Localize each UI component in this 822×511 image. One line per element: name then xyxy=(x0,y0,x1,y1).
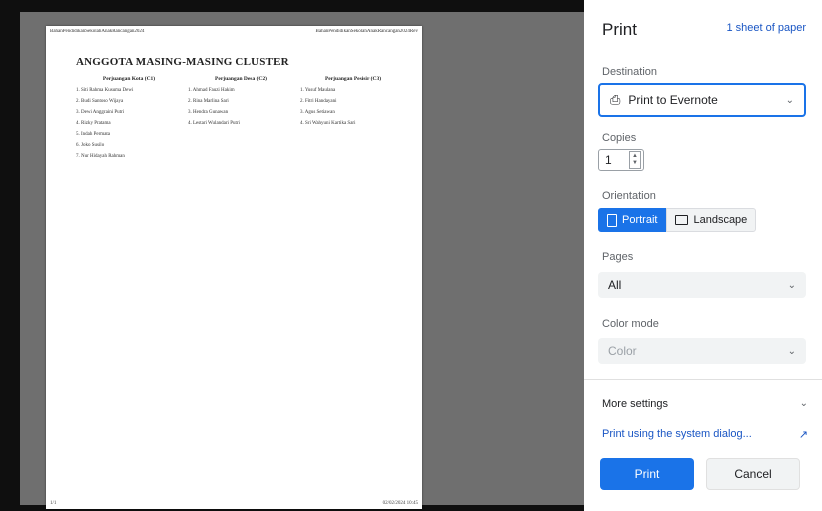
panel-title: Print xyxy=(602,20,637,39)
cluster-column: Perjuangan Desa (C2) 1. Ahmad Fauzi Hakim… xyxy=(188,76,294,162)
orientation-label: Orientation xyxy=(602,190,656,202)
cluster-member: 4. Sri Wahyuni Kartika Sari xyxy=(300,121,356,126)
cluster-member: 2. Budi Santoso Wijaya xyxy=(76,99,124,104)
page-header-left: BahanPendidikanSekolahAnakRancangan2024 xyxy=(50,29,145,34)
cluster-member: 4. Lestari Wulandari Putri xyxy=(188,121,240,126)
cluster-columns: Perjuangan Kota (C1) 1. Siti Rahma Kusuma… xyxy=(76,76,406,162)
document-title: ANGGOTA MASING-MASING CLUSTER xyxy=(76,56,289,68)
print-button[interactable]: Print xyxy=(600,458,694,490)
cluster-member: 3. Agus Setiawan xyxy=(300,110,335,115)
landscape-label: Landscape xyxy=(693,214,748,226)
chevron-down-icon: ⌄ xyxy=(785,94,794,106)
more-settings-toggle[interactable]: More settings ⌄ xyxy=(602,398,808,410)
pages-value: All xyxy=(608,278,622,292)
cluster-heading: Perjuangan Pesisir (C3) xyxy=(324,76,382,82)
landscape-button[interactable]: Landscape xyxy=(666,208,757,232)
system-dialog-link[interactable]: Print using the system dialog... ↗ xyxy=(602,428,808,441)
landscape-page-icon xyxy=(675,215,689,225)
cluster-member: 1. Siti Rahma Kusuma Dewi xyxy=(76,88,134,93)
page-footer-right: 02/02/2024 10:45 xyxy=(382,501,418,506)
page-footer: 1/1 02/02/2024 10:45 xyxy=(50,501,418,506)
cluster-heading: Perjuangan Desa (C2) xyxy=(215,76,267,82)
copies-value: 1 xyxy=(605,153,612,167)
system-dialog-label: Print using the system dialog... xyxy=(602,428,752,440)
copies-stepper[interactable]: ▲ ▼ xyxy=(629,151,641,169)
cluster-column: Perjuangan Pesisir (C3) 1. Yusuf Maulana 2… xyxy=(300,76,406,162)
orientation-toggle: Portrait Landscape xyxy=(598,208,757,232)
cluster-member: 4. Rizky Pratama xyxy=(76,121,111,126)
cancel-button[interactable]: Cancel xyxy=(706,458,800,490)
portrait-label: Portrait xyxy=(622,214,658,226)
cluster-member: 1. Yusuf Maulana xyxy=(300,88,336,93)
cluster-member: 7. Nur Hidayah Rahman xyxy=(76,154,125,159)
cluster-member: 2. Fitri Handayani xyxy=(300,99,337,104)
sheet-count: 1 sheet of paper xyxy=(726,22,806,34)
page-header-right: BahanPendidikanSekolahAnakRancangan2024R… xyxy=(315,29,418,34)
cluster-member: 6. Joko Susilo xyxy=(76,143,105,148)
portrait-page-icon xyxy=(607,213,617,227)
cluster-member: 3. Hendra Gunawan xyxy=(188,110,229,115)
preview-page: BahanPendidikanSekolahAnakRancangan2024 … xyxy=(46,26,422,509)
divider xyxy=(584,379,822,380)
destination-label: Destination xyxy=(602,66,658,78)
printer-icon: ⎙ xyxy=(610,92,621,107)
color-mode-value: Color xyxy=(608,344,637,358)
cluster-heading: Perjuangan Kota (C1) xyxy=(102,76,156,82)
cluster-member: 3. Dewi Anggraini Putri xyxy=(76,110,125,115)
chevron-down-icon: ⌄ xyxy=(787,279,796,291)
cluster-member: 5. Indah Permata xyxy=(76,132,111,137)
print-preview-area[interactable]: BahanPendidikanSekolahAnakRancangan2024 … xyxy=(20,12,584,509)
copies-label: Copies xyxy=(602,132,637,144)
copies-input[interactable]: 1 ▲ ▼ xyxy=(598,149,644,171)
cluster-column: Perjuangan Kota (C1) 1. Siti Rahma Kusuma… xyxy=(76,76,182,162)
destination-select[interactable]: ⎙ Print to Evernote ⌄ xyxy=(598,83,806,117)
color-mode-label: Color mode xyxy=(602,318,659,330)
portrait-button[interactable]: Portrait xyxy=(598,208,667,232)
pages-label: Pages xyxy=(602,251,634,263)
destination-value: Print to Evernote xyxy=(628,93,718,107)
print-settings-panel: Print 1 sheet of paper Destination ⎙ Pri… xyxy=(584,0,822,511)
cluster-member: 2. Rina Marlina Sari xyxy=(188,99,229,104)
cluster-member: 1. Ahmad Fauzi Hakim xyxy=(188,88,235,93)
open-external-icon: ↗ xyxy=(798,429,808,441)
chevron-down-icon: ⌄ xyxy=(799,398,808,409)
pages-select[interactable]: All ⌄ xyxy=(598,272,806,298)
page-header: BahanPendidikanSekolahAnakRancangan2024 … xyxy=(50,29,418,34)
page-footer-left: 1/1 xyxy=(50,501,57,506)
more-settings-label: More settings xyxy=(602,398,669,410)
chevron-down-icon: ⌄ xyxy=(787,345,796,357)
color-mode-select[interactable]: Color ⌄ xyxy=(598,338,806,364)
